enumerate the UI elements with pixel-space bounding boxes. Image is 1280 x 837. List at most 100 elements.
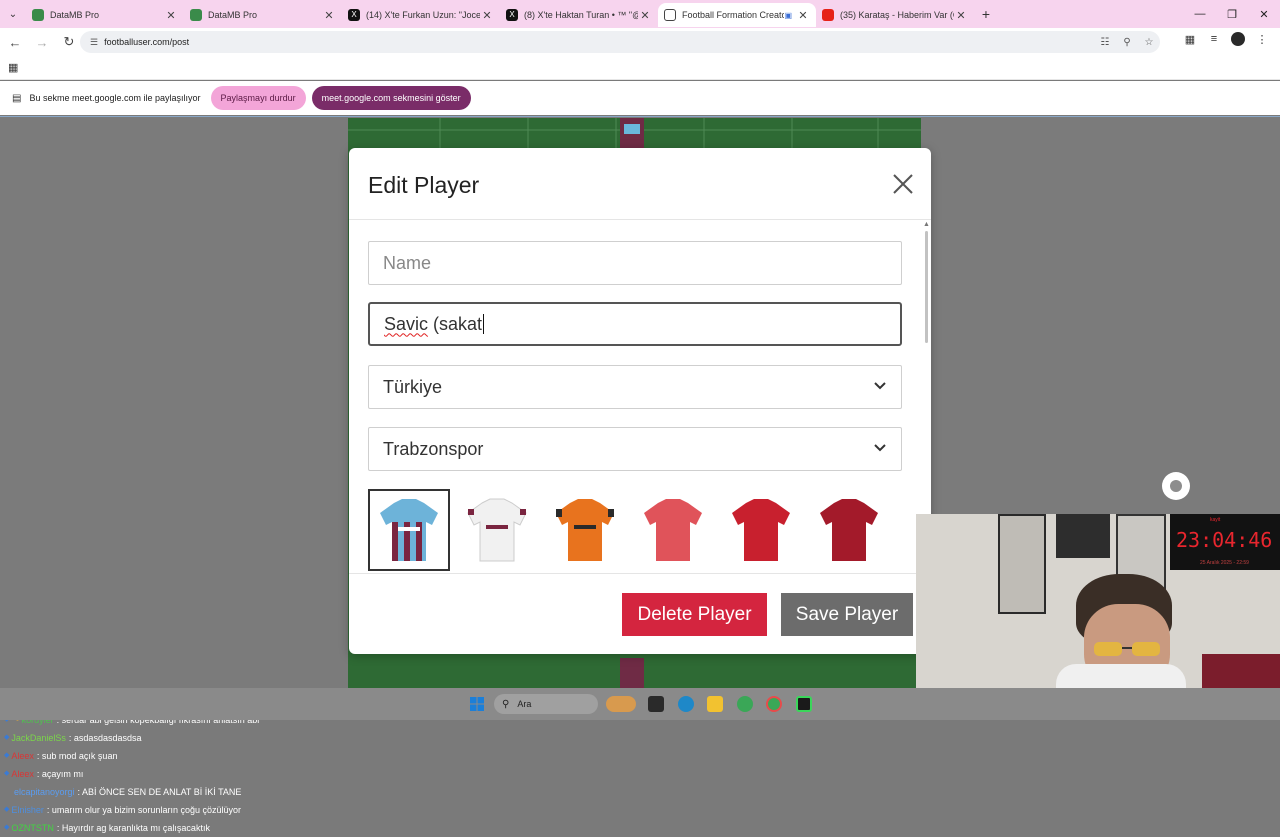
jersey-dark-red-icon bbox=[820, 499, 878, 561]
stop-sharing-button[interactable]: Paylaşmayı durdur bbox=[210, 86, 306, 110]
tab-label: DataMB Pro bbox=[50, 10, 100, 20]
file-explorer-icon[interactable] bbox=[707, 696, 723, 712]
widget-food-icon[interactable] bbox=[606, 696, 636, 712]
datamb-favicon-icon bbox=[32, 9, 44, 21]
tab-x-furkan[interactable]: X (14) X'te Furkan Uzun: "Jocelin ✕ bbox=[342, 3, 500, 27]
edge-browser-icon[interactable] bbox=[678, 696, 694, 712]
sharing-notice: Bu sekme meet.google.com ile paylaşılıyo… bbox=[29, 93, 201, 103]
wall-frame bbox=[998, 514, 1046, 614]
zoom-icon[interactable]: ⚲ bbox=[1116, 37, 1138, 48]
url-text[interactable]: footballuser.com/post bbox=[104, 37, 189, 47]
chat-message: ◆ Elnisher : umarım olur ya bizim sorunl… bbox=[0, 801, 300, 819]
chrome-active-icon[interactable] bbox=[766, 696, 782, 712]
modal-title: Edit Player bbox=[368, 172, 480, 198]
clock-label: kayit bbox=[1210, 517, 1221, 523]
address-bar[interactable]: ☰ footballuser.com/post ☷ ⚲ ☆ bbox=[80, 31, 1160, 53]
jersey-white-away-icon bbox=[467, 498, 527, 562]
reload-icon[interactable]: ↻ bbox=[57, 30, 81, 54]
chrome-icon[interactable] bbox=[737, 696, 753, 712]
jersey-option-home[interactable] bbox=[368, 489, 450, 571]
tab-football-formation[interactable]: Football Formation Creator ▣ ✕ bbox=[658, 3, 816, 27]
minimize-icon[interactable]: — bbox=[1184, 0, 1216, 28]
bookmark-star-icon[interactable]: ☆ bbox=[1138, 37, 1160, 48]
jersey-red-light-icon bbox=[644, 499, 702, 561]
country-select[interactable]: Türkiye bbox=[368, 365, 902, 409]
record-indicator-icon[interactable] bbox=[1162, 472, 1190, 500]
close-tab-icon[interactable]: ✕ bbox=[638, 9, 652, 22]
chat-badge-icon: ◆ bbox=[4, 824, 10, 831]
tab-x-haktan[interactable]: X (8) X'te Haktan Turan • ™ "@ ✕ bbox=[500, 3, 658, 27]
streamer-webcam: kayit 23:04:46 25 Aralık 2025 - 22:59 bbox=[916, 514, 1280, 688]
tab-label: (8) X'te Haktan Turan • ™ "@ bbox=[524, 10, 638, 20]
chat-message: ◆ JackDanielSs : asdasdasdasdsa bbox=[0, 729, 300, 747]
windows-start-icon[interactable] bbox=[470, 697, 484, 711]
tab-label: DataMB Pro bbox=[208, 10, 258, 20]
app-icon[interactable] bbox=[796, 696, 812, 712]
tab-youtube-karatas[interactable]: (35) Karataş - Haberim Var (Offi ✕ bbox=[816, 3, 974, 27]
pitch-favicon-icon bbox=[664, 9, 676, 21]
tab-search-chevron-icon[interactable]: ⌄ bbox=[0, 0, 26, 28]
chat-username: Aleex bbox=[11, 769, 34, 779]
save-player-button[interactable]: Save Player bbox=[781, 593, 913, 636]
restore-icon[interactable]: ❐ bbox=[1216, 0, 1248, 28]
search-icon: ⚲ bbox=[502, 698, 510, 710]
profile-avatar-icon[interactable] bbox=[1231, 32, 1245, 46]
chat-username: JackDanielSs bbox=[11, 733, 66, 743]
close-tab-icon[interactable]: ✕ bbox=[322, 9, 336, 22]
jersey-option-away[interactable] bbox=[456, 489, 538, 571]
country-selected-value: Türkiye bbox=[383, 376, 443, 397]
screen-share-icon: ▤ bbox=[12, 92, 22, 104]
tab-label: Football Formation Creator bbox=[682, 10, 785, 20]
glasses-icon bbox=[1094, 642, 1160, 656]
back-arrow-icon[interactable]: ← bbox=[3, 30, 27, 54]
more-menu-icon[interactable]: ⋮ bbox=[1250, 33, 1274, 46]
scrollbar-thumb[interactable] bbox=[925, 231, 928, 343]
chat-text: : açayım mı bbox=[36, 769, 84, 779]
chair-back bbox=[1202, 654, 1280, 688]
clock-time: 23:04:46 bbox=[1176, 528, 1273, 552]
chat-text: : sub mod açık şuan bbox=[36, 751, 118, 761]
jersey-option-red-light[interactable] bbox=[632, 489, 714, 571]
tab-datamb-1[interactable]: DataMB Pro ✕ bbox=[26, 3, 184, 27]
jersey-option-dark-red[interactable] bbox=[808, 489, 890, 571]
close-tab-icon[interactable]: ✕ bbox=[164, 9, 178, 22]
browser-tab-bar: ⌄ DataMB Pro ✕ DataMB Pro ✕ X (14) X'te … bbox=[0, 0, 1280, 28]
new-tab-plus-icon[interactable]: + bbox=[974, 6, 998, 22]
chat-username: Elnisher bbox=[11, 805, 44, 815]
forward-arrow-icon[interactable]: → bbox=[30, 30, 54, 54]
close-window-icon[interactable]: ✕ bbox=[1248, 0, 1280, 28]
scroll-up-arrow-icon[interactable]: ▲ bbox=[923, 221, 930, 228]
translate-icon[interactable]: ☷ bbox=[1094, 37, 1116, 48]
chat-username: elcapitanoyorgi bbox=[14, 787, 75, 797]
chat-text: : Hayırdır ag karanlıkta mı çalışacaktık bbox=[56, 823, 210, 833]
windows-taskbar: ⚲ Ara bbox=[0, 688, 1280, 720]
player-name-input[interactable]: Savic (sakat bbox=[368, 302, 902, 346]
site-info-icon[interactable]: ☰ bbox=[90, 37, 98, 48]
chat-message: ◆ Aleex : sub mod açık şuan bbox=[0, 747, 300, 765]
tab-datamb-2[interactable]: DataMB Pro ✕ bbox=[184, 3, 342, 27]
taskbar-search[interactable]: ⚲ Ara bbox=[494, 694, 598, 714]
show-meet-tab-button[interactable]: meet.google.com sekmesini göster bbox=[311, 86, 471, 110]
team-select[interactable]: Trabzonspor bbox=[368, 427, 902, 471]
chat-text: : umarım olur ya bizim sorunların çoğu ç… bbox=[46, 805, 241, 815]
jersey-trabzon-home-icon bbox=[380, 499, 438, 561]
apps-grid-icon[interactable]: ▦ bbox=[8, 61, 18, 74]
name-placeholder: Name bbox=[383, 252, 432, 273]
jersey-option-red[interactable] bbox=[720, 489, 802, 571]
extensions-puzzle-icon[interactable]: ▦ bbox=[1178, 33, 1202, 46]
x-logo-icon: X bbox=[348, 9, 360, 21]
search-placeholder: Ara bbox=[517, 699, 532, 709]
close-tab-icon[interactable]: ✕ bbox=[796, 9, 810, 22]
close-tab-icon[interactable]: ✕ bbox=[480, 9, 494, 22]
delete-player-button[interactable]: Delete Player bbox=[622, 593, 767, 636]
chat-message: elcapitanoyorgi : ABİ ÖNCE SEN DE ANLAT … bbox=[0, 783, 300, 801]
task-view-icon[interactable] bbox=[648, 696, 664, 712]
chevron-down-icon bbox=[874, 382, 886, 390]
reading-list-icon[interactable]: ≡ bbox=[1202, 33, 1226, 45]
close-icon[interactable] bbox=[889, 170, 917, 198]
person-shirt bbox=[1056, 664, 1186, 688]
close-tab-icon[interactable]: ✕ bbox=[954, 9, 968, 22]
chat-text: : ABİ ÖNCE SEN DE ANLAT Bİ İKİ TANE bbox=[77, 787, 242, 797]
name-input[interactable]: Name bbox=[368, 241, 902, 285]
jersey-option-third[interactable] bbox=[544, 489, 626, 571]
